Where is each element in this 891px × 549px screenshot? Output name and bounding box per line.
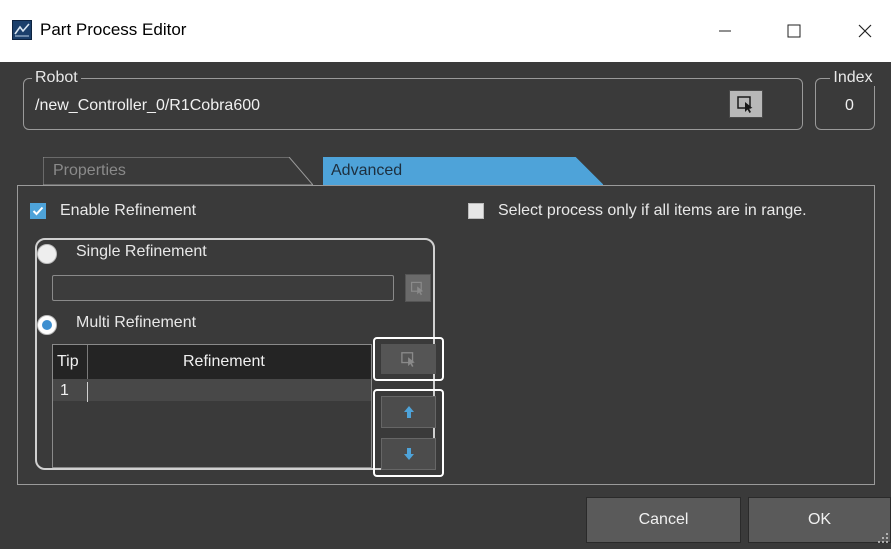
enable-refinement-checkbox[interactable] (30, 203, 46, 219)
arrow-up-icon (403, 406, 414, 418)
select-in-range-label: Select process only if all items are in … (498, 202, 807, 219)
minimize-icon (719, 30, 731, 32)
pointer-select-icon (737, 96, 753, 113)
table-cell-cursor (87, 382, 88, 402)
multi-refinement-label: Multi Refinement (76, 314, 197, 331)
robot-path-value: /new_Controller_0/R1Cobra600 (35, 97, 261, 114)
single-refinement-radio[interactable] (37, 244, 57, 264)
multi-refinement-radio[interactable] (37, 315, 57, 335)
single-refinement-select-button[interactable] (405, 274, 431, 302)
robot-select-button[interactable] (729, 90, 763, 118)
enable-refinement-label: Enable Refinement (60, 202, 197, 219)
maximize-icon (787, 24, 801, 38)
minimize-button[interactable] (702, 14, 748, 48)
multi-refinement-select-button[interactable] (381, 344, 436, 374)
index-group-label: Index (833, 69, 873, 86)
column-header-tip[interactable]: Tip (57, 353, 79, 371)
table-cell-tip: 1 (60, 382, 69, 399)
app-icon (12, 20, 32, 40)
tab-properties-label: Properties (53, 162, 126, 179)
window-title: Part Process Editor (40, 20, 187, 39)
index-value: 0 (845, 97, 854, 114)
move-up-button[interactable] (381, 396, 436, 428)
single-refinement-field[interactable] (52, 275, 394, 301)
single-refinement-label: Single Refinement (76, 243, 207, 260)
tab-advanced-label: Advanced (331, 162, 403, 179)
robot-group-label: Robot (35, 69, 78, 86)
maximize-button[interactable] (771, 14, 817, 48)
close-icon (858, 24, 872, 38)
move-down-button[interactable] (381, 438, 436, 470)
resize-grip-icon[interactable] (875, 530, 889, 544)
arrow-down-icon (403, 448, 414, 460)
tab-properties[interactable]: Properties (43, 157, 313, 185)
table-row[interactable] (53, 379, 371, 401)
pointer-select-icon (411, 281, 424, 296)
column-divider (87, 345, 88, 379)
close-button[interactable] (842, 14, 888, 48)
ok-button[interactable]: OK (748, 497, 891, 543)
cancel-button[interactable]: Cancel (586, 497, 741, 543)
column-header-refinement[interactable]: Refinement (183, 353, 265, 371)
tab-advanced[interactable]: Advanced (323, 157, 603, 185)
select-in-range-checkbox[interactable] (468, 203, 484, 219)
checkmark-icon (32, 206, 44, 216)
pointer-select-icon (400, 352, 415, 367)
